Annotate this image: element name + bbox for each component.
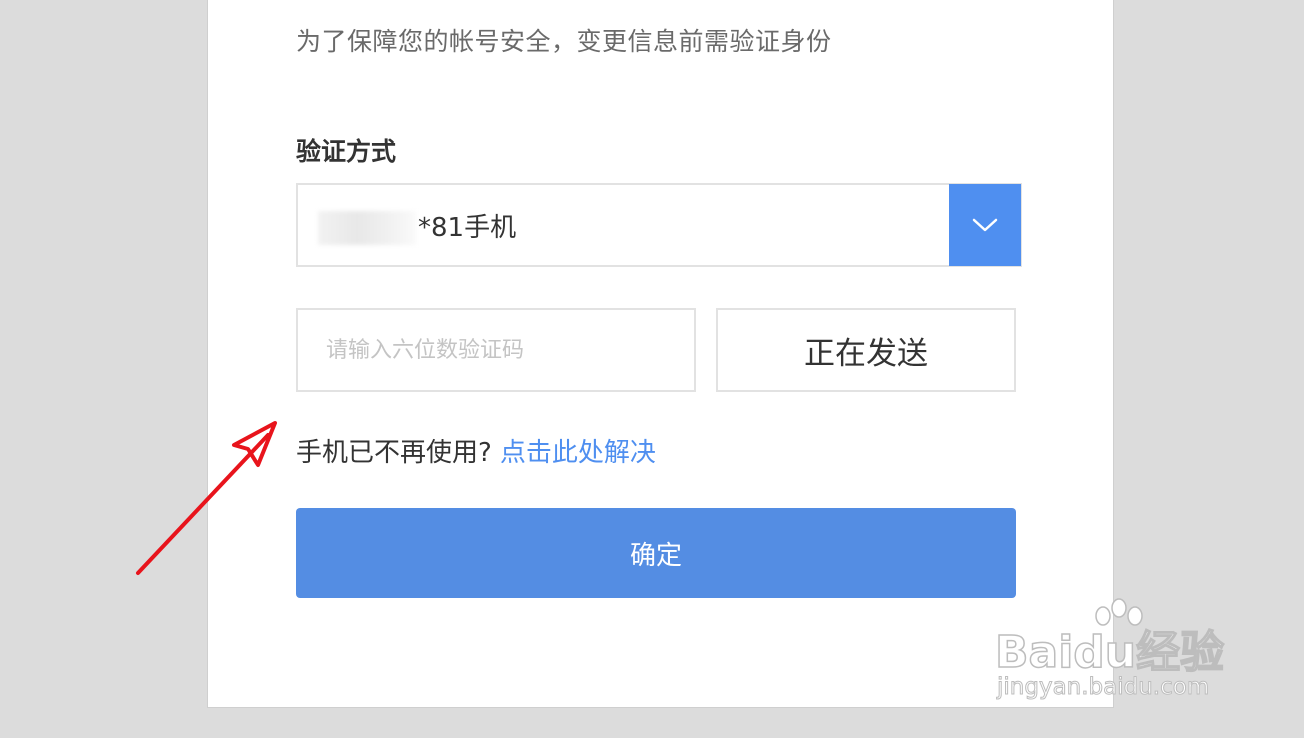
dropdown-button[interactable] [949,184,1021,266]
verify-method-select[interactable]: *81手机 [296,183,1022,267]
chevron-down-icon [972,218,998,232]
watermark-url: jingyan.baidu.com [996,674,1210,701]
help-line: 手机已不再使用? 点击此处解决 [296,432,656,469]
verify-method-label: 验证方式 [296,137,397,166]
red-arrow-annotation [136,421,277,575]
verify-method-value: *81手机 [418,213,517,243]
screenshot-stage: 为了保障您的帐号安全，变更信息前需验证身份 验证方式 *81手机 正在发送 手机… [0,0,1304,738]
help-text: 手机已不再使用? [296,438,492,468]
help-link[interactable]: 点击此处解决 [500,438,656,468]
confirm-button[interactable]: 确定 [296,508,1016,598]
verification-code-input[interactable] [296,308,696,392]
security-notice: 为了保障您的帐号安全，变更信息前需验证身份 [296,27,832,56]
redacted-phone-prefix [318,211,416,245]
verification-card: 为了保障您的帐号安全，变更信息前需验证身份 验证方式 *81手机 正在发送 手机… [207,0,1114,708]
send-code-button[interactable]: 正在发送 [716,308,1016,392]
baidu-jingyan-watermark: Baidu经验 jingyan.baidu.com [994,598,1255,708]
watermark-brand: Baidu经验 [994,626,1225,679]
